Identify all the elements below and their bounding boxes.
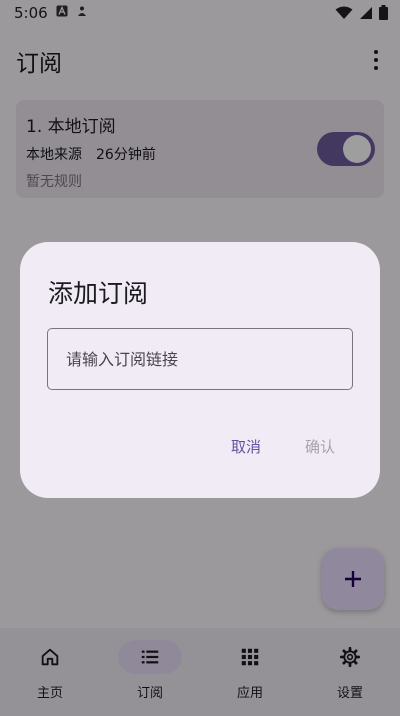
dialog-title: 添加订阅 xyxy=(48,279,149,308)
cancel-button[interactable]: 取消 xyxy=(231,436,261,457)
add-subscription-dialog: 添加订阅 取消 确认 xyxy=(20,242,380,498)
subscription-url-input[interactable] xyxy=(48,329,352,389)
confirm-button[interactable]: 确认 xyxy=(305,436,335,457)
subscription-url-field xyxy=(47,328,353,390)
